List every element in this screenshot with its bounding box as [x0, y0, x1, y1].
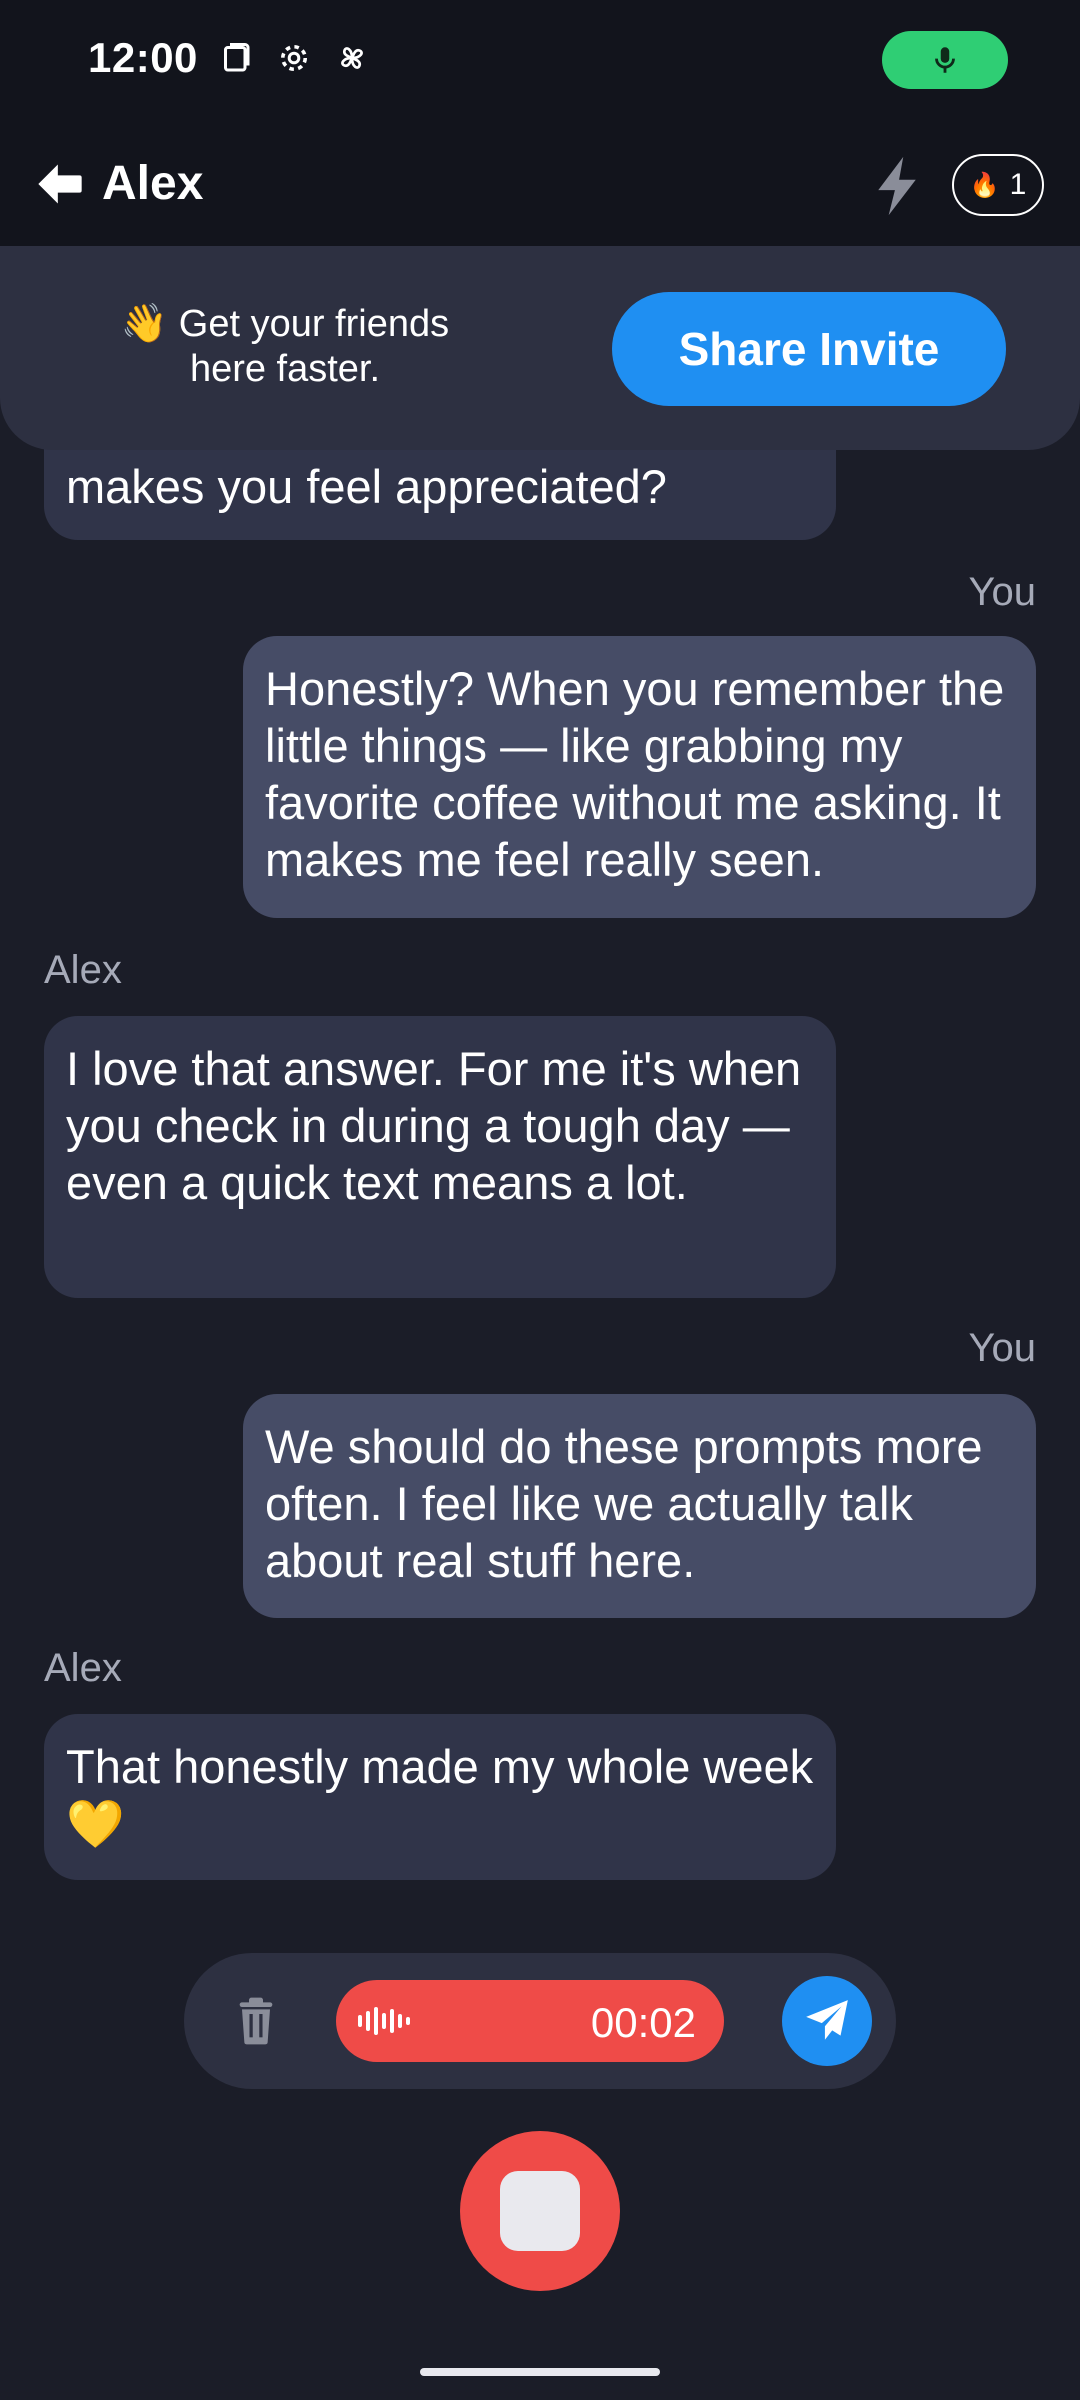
stop-icon [500, 2171, 580, 2251]
home-indicator[interactable] [420, 2368, 660, 2376]
message-bubble-alex[interactable]: That honestly made my whole week 💛 [44, 1714, 836, 1880]
invite-text: 👋 Get your friends here faster. [120, 303, 450, 390]
sender-label-you: You [968, 570, 1037, 614]
message-bubble-alex[interactable]: I love that answer. For me it's when you… [44, 1016, 836, 1298]
share-invite-button[interactable]: Share Invite [612, 292, 1006, 406]
recording-timer: 00:02 [590, 1999, 696, 2046]
stop-recording-button[interactable] [460, 2131, 620, 2291]
message-text: Honestly? When you remember the little t… [265, 662, 1005, 886]
recording-progress-pill: 00:02 [336, 1980, 724, 2062]
message-text: We should do these prompts more often. I… [265, 1420, 983, 1587]
send-button[interactable] [782, 1976, 872, 2066]
send-icon [806, 2000, 848, 2040]
sender-label-alex: Alex [44, 1646, 122, 1690]
voice-recorder-bar: 00:02 [184, 1953, 896, 2089]
message-bubble-you[interactable]: Honestly? When you remember the little t… [243, 636, 1036, 918]
trash-icon[interactable] [228, 1993, 284, 2049]
message-text: That honestly made my whole week 💛 [66, 1740, 814, 1850]
message-text: I love that answer. For me it's when you… [66, 1042, 802, 1209]
waveform-icon [358, 2007, 410, 2035]
invite-banner: 👋 Get your friends here faster. Share In… [0, 246, 1080, 450]
message-text: makes you feel appreciated? [66, 460, 667, 513]
sender-label-alex: Alex [44, 948, 122, 992]
sender-label-you: You [968, 1326, 1037, 1370]
message-bubble-you[interactable]: We should do these prompts more often. I… [243, 1394, 1036, 1618]
